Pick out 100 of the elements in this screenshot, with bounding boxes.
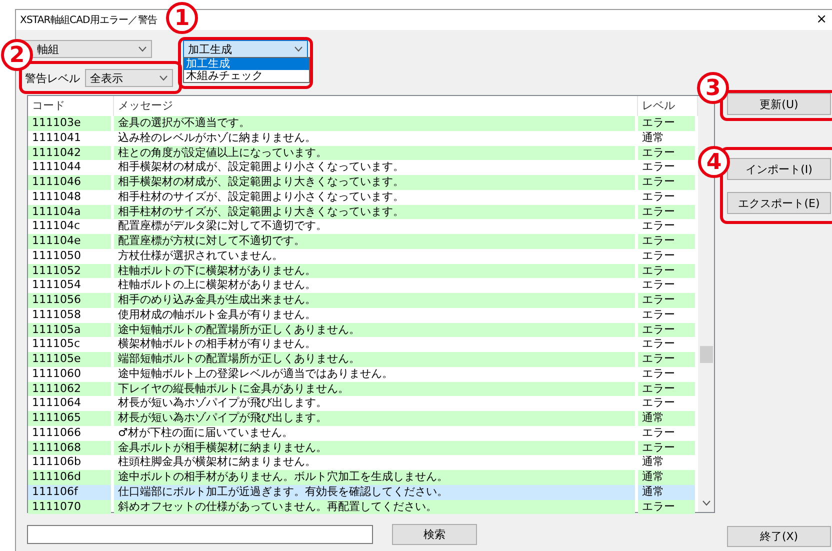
message-cell: 柱との角度が設定値以上になっています。 — [114, 146, 635, 160]
message-cell: 材長が短い為ホゾパイプが飛び出します。 — [114, 411, 635, 426]
code-cell-text: 1111054 — [31, 278, 82, 293]
code-cell-text: 111105c — [31, 337, 82, 352]
code-cell: 1111056 — [28, 293, 111, 308]
level-cell-text: エラー — [641, 337, 676, 352]
message-cell-text: 途中短軸ボルト上の登梁レベルが適当ではありません。 — [117, 366, 394, 382]
warning-level-dropdown[interactable]: 全表示 — [85, 69, 173, 87]
code-cell-text: 1111041 — [31, 130, 82, 146]
chevron-down-icon — [159, 75, 168, 81]
chevron-down-icon — [294, 46, 303, 52]
level-cell-text: エラー — [641, 160, 676, 175]
level-cell: エラー — [638, 382, 695, 396]
level-cell: エラー — [638, 352, 695, 367]
message-cell-text: 相手横架材の材成が、設定範囲より小さくなっています。 — [117, 160, 405, 175]
level-cell: 通常 — [638, 484, 695, 500]
level-cell: 通常 — [638, 411, 695, 426]
message-cell: 仕口端部にボルト加工が近過ぎます。有効長を確認してください。 — [114, 484, 635, 500]
code-cell-text: 1111066 — [31, 426, 82, 440]
message-cell: 相手のめり込み金具が生成出来ません。 — [114, 293, 635, 308]
message-cell: 途中ボルトの相手材がありません。ボルト穴加工を生成しません。 — [114, 470, 635, 485]
level-cell: エラー — [638, 500, 695, 514]
code-cell-text: 1111064 — [31, 396, 82, 411]
level-cell-text: エラー — [641, 426, 676, 440]
level-cell-text: 通常 — [641, 130, 665, 146]
level-cell: エラー — [638, 440, 695, 456]
action-button[interactable]: 更新(U) — [727, 93, 831, 115]
level-cell: エラー — [638, 116, 695, 131]
warning-level-label: 警告レベル — [25, 70, 80, 86]
annotation-number: 1 — [166, 2, 198, 34]
level-cell-text: エラー — [641, 366, 676, 382]
search-button[interactable]: 検索 — [392, 524, 477, 545]
level-cell-text: エラー — [641, 248, 676, 264]
message-cell-text: 横架材軸ボルトの相手材が有りません。 — [117, 337, 317, 352]
message-cell: 端部短軸ボルトの配置場所が正しくありません。 — [114, 352, 635, 367]
code-cell: 111106f — [28, 484, 111, 500]
level-cell: エラー — [638, 234, 695, 249]
code-cell: 111104a — [28, 204, 111, 220]
code-cell: 111106d — [28, 470, 111, 485]
message-cell-text: 使用材成の軸ボルト金具が有りません。 — [117, 308, 317, 322]
level-cell: エラー — [638, 175, 695, 190]
code-cell: 1111046 — [28, 175, 111, 190]
message-cell: 相手柱材のサイズが、設定範囲より大きくなっています。 — [114, 204, 635, 220]
dropdown-option[interactable]: 加工生成 — [184, 58, 309, 70]
category-dropdown[interactable]: 軸組 — [22, 40, 152, 58]
message-cell-text: 配置座標がデルタ梁に対して不適切です。 — [117, 219, 328, 234]
scroll-thumb[interactable] — [700, 346, 712, 363]
message-cell: 金具ボルトが相手横架材に納まりません。 — [114, 440, 635, 456]
message-cell-text: 柱頭柱脚金具が横架材に納まりません。 — [117, 455, 317, 470]
code-cell-text: 111104c — [31, 219, 82, 234]
code-cell-text: 111106b — [31, 455, 82, 470]
level-cell-text: エラー — [641, 396, 676, 411]
message-cell-text: 相手柱材のサイズが、設定範囲より小さくなっています。 — [117, 190, 405, 204]
code-cell: 1111068 — [28, 440, 111, 456]
exit-button[interactable]: 終了(X) — [727, 526, 831, 547]
code-cell-text: 1111060 — [31, 366, 82, 382]
code-cell: 1111070 — [28, 500, 111, 514]
message-cell: 柱軸ボルトの下に横架材がありません。 — [114, 264, 635, 278]
message-cell: 下レイヤの縦長軸ボルトに金具がありません。 — [114, 382, 635, 396]
level-cell: エラー — [638, 204, 695, 220]
code-cell: 111104e — [28, 234, 111, 249]
mode-dropdown[interactable]: 加工生成 — [183, 40, 308, 58]
message-cell: 相手横架材の材成が、設定範囲より大きくなっています。 — [114, 175, 635, 190]
message-cell: 金具の選択が不適当です。 — [114, 116, 635, 131]
level-cell-text: 通常 — [641, 455, 665, 470]
message-cell: 配置座標が方杖に対して不適切です。 — [114, 234, 635, 249]
code-cell: 111105e — [28, 352, 111, 367]
level-cell: エラー — [638, 293, 695, 308]
annotation-number: 2 — [1, 39, 33, 71]
action-button[interactable]: エクスポート(E) — [727, 192, 831, 214]
level-cell-text: エラー — [641, 190, 676, 204]
level-cell: エラー — [638, 146, 695, 160]
message-cell-text: 込み栓のレベルがホゾに納まりません。 — [117, 130, 317, 146]
message-cell: 途中短軸ボルトの配置場所が正しくありません。 — [114, 322, 635, 338]
scroll-down-icon — [702, 500, 710, 506]
search-field[interactable] — [27, 525, 373, 544]
level-cell: 通常 — [638, 470, 695, 485]
code-cell: 1111052 — [28, 264, 111, 278]
level-cell: エラー — [638, 264, 695, 278]
code-cell: 1111042 — [28, 146, 111, 160]
message-cell-text: 柱軸ボルトの上に横架材がありません。 — [117, 278, 317, 293]
code-cell-text: 1111058 — [31, 308, 82, 322]
message-cell-text: 方杖仕様が選択されていません。 — [117, 248, 284, 264]
message-cell: 斜めオフセットの仕様があっていません。再配置してください。 — [114, 500, 635, 514]
window-title: XSTAR軸組CAD用エラー／警告 — [20, 14, 158, 27]
close-button[interactable]: × — [816, 13, 827, 27]
dropdown-option[interactable]: 木組みチェック — [184, 70, 309, 82]
level-cell-text: エラー — [641, 308, 676, 322]
code-cell: 1111065 — [28, 411, 111, 426]
code-cell-text: 1111048 — [31, 190, 82, 204]
code-cell: 111105a — [28, 322, 111, 338]
action-button[interactable]: インポート(I) — [727, 158, 831, 180]
code-cell-text: 1111044 — [31, 160, 82, 175]
code-cell: 1111062 — [28, 382, 111, 396]
chevron-down-icon — [138, 46, 147, 52]
level-cell-text: エラー — [641, 219, 676, 234]
message-cell-text: ♂材が下柱の面に届いていません。 — [117, 426, 294, 440]
level-cell-text: エラー — [641, 278, 676, 293]
code-cell-text: 1111050 — [31, 248, 82, 264]
level-cell: エラー — [638, 322, 695, 338]
